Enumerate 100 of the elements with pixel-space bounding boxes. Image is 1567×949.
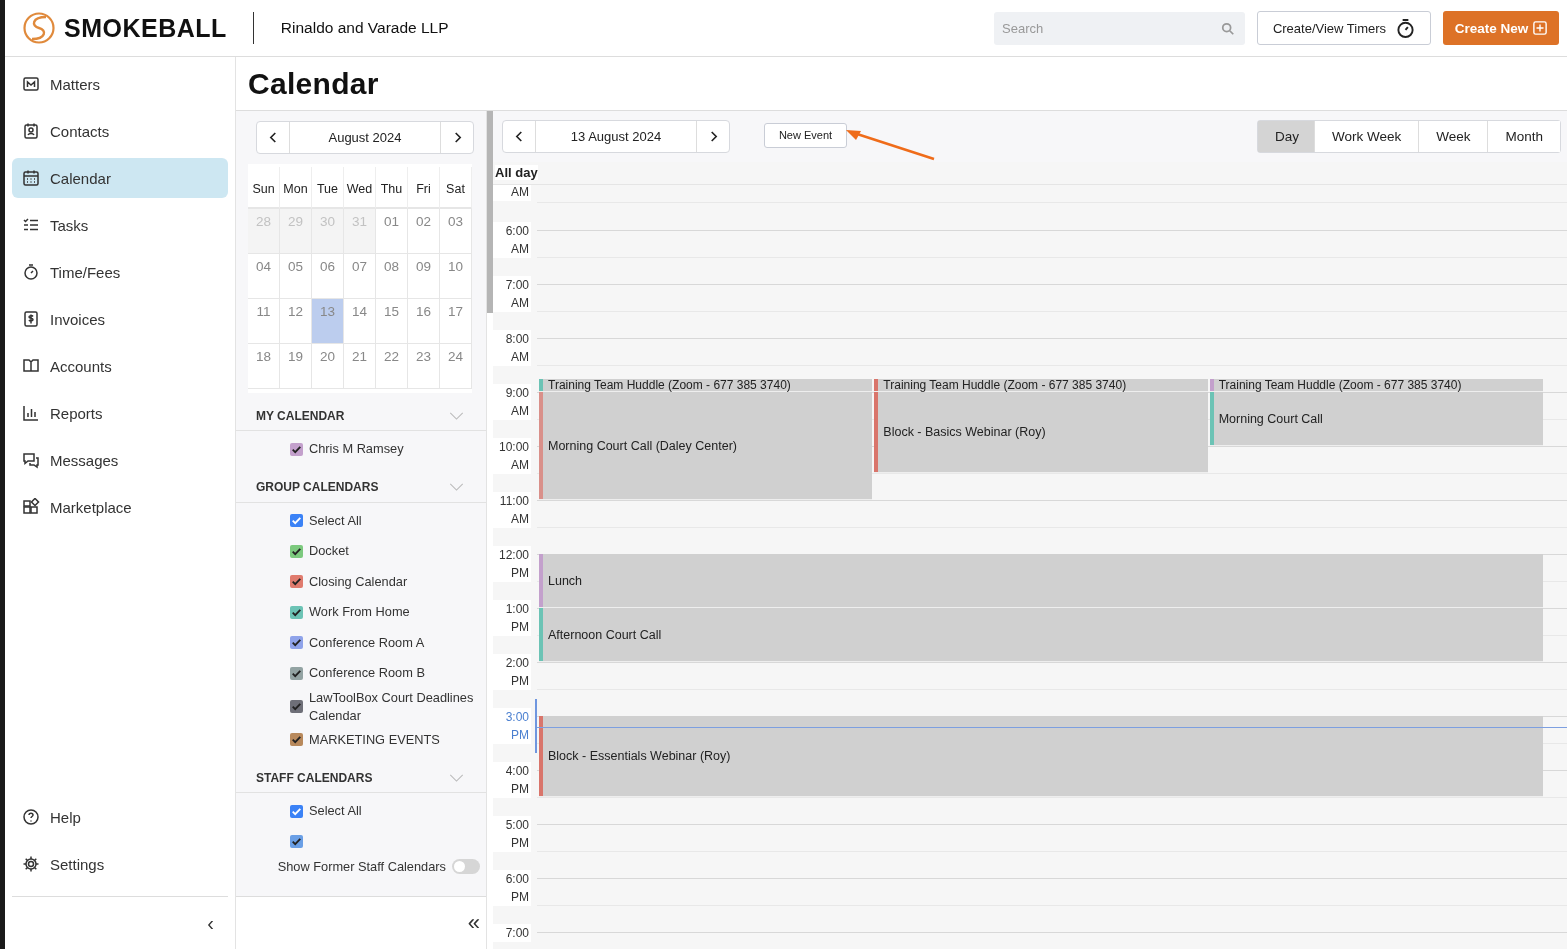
section-title: GROUP CALENDARS [256, 480, 379, 494]
calendar-event[interactable]: Block - Basics Webinar (Roy) [874, 392, 1208, 473]
time-label: 7:00 AM [493, 276, 531, 312]
event-title: Block - Essentials Webinar (Roy) [548, 749, 731, 763]
former-staff-toggle[interactable] [452, 859, 480, 874]
calendar-day[interactable]: 21 [344, 344, 376, 389]
logo-mark-icon [22, 11, 56, 45]
calendar-event[interactable]: Afternoon Court Call [539, 608, 1543, 662]
view-tab[interactable]: Day [1257, 121, 1314, 152]
calendar-name: Conference Room A [309, 633, 425, 652]
current-time-marker [535, 698, 537, 753]
calendar-event[interactable]: Morning Court Call (Daley Center) [539, 392, 873, 500]
calendar-event[interactable]: Training Team Huddle (Zoom - 677 385 3740) [874, 378, 1208, 392]
calendar-day[interactable]: 15 [376, 299, 408, 344]
sidebar-item[interactable]: Settings [12, 844, 228, 884]
time-label: 10:00 AM [493, 438, 531, 474]
calendar-day[interactable]: 19 [280, 344, 312, 389]
checkbox[interactable] [290, 666, 303, 680]
gear-icon [22, 855, 40, 873]
calendar-day[interactable]: 20 [312, 344, 344, 389]
contacts-icon [22, 122, 40, 140]
search-field[interactable]: Search [994, 11, 1245, 45]
calendar-name: Docket [309, 542, 349, 561]
time-label: 7:00 [493, 924, 531, 942]
calendar-day[interactable]: 03 [440, 209, 472, 254]
sidebar-item[interactable]: Time/Fees [12, 252, 228, 292]
month-label: August 2024 [289, 122, 441, 153]
checkbox[interactable] [290, 575, 303, 589]
calendar-name: Conference Room B [309, 664, 425, 683]
calendar-name: LawToolBox Court Deadlines Calendar [309, 688, 475, 725]
calendar-day[interactable]: 23 [408, 344, 440, 389]
calendar-event[interactable]: Lunch [539, 554, 1543, 608]
checkbox[interactable] [290, 804, 303, 818]
sidebar-item[interactable]: Invoices [12, 299, 228, 339]
chevron-left-icon [268, 131, 278, 144]
calendar-day[interactable]: 14 [344, 299, 376, 344]
checkbox[interactable] [290, 514, 303, 528]
calendar-name: Select All [309, 511, 362, 530]
sidebar-item[interactable]: Marketplace [12, 487, 228, 527]
create-view-timers-button[interactable]: Create/View Timers [1257, 11, 1431, 45]
calendar-day[interactable]: 01 [376, 209, 408, 254]
time-label: 6:00 AM [493, 222, 531, 258]
sidebar-item[interactable]: Contacts [12, 111, 228, 151]
calendar-day[interactable]: 18 [248, 344, 280, 389]
calendar-day[interactable]: 07 [344, 254, 376, 299]
calendar-day[interactable]: 09 [408, 254, 440, 299]
calendar-day[interactable]: 11 [248, 299, 280, 344]
stopwatch-icon [1396, 17, 1416, 39]
help-icon [22, 808, 40, 826]
sidebar-item[interactable]: Messages [12, 440, 228, 480]
event-title: Block - Basics Webinar (Roy) [883, 425, 1046, 439]
sidebar-item[interactable]: Tasks [12, 205, 228, 245]
calendar-name: Chris M Ramsey [309, 440, 404, 459]
time-label: 5:00 PM [493, 816, 531, 852]
sidebar-item[interactable]: Help [12, 797, 228, 837]
calendar-event[interactable]: Training Team Huddle (Zoom - 677 385 3740) [539, 378, 873, 392]
calendar-day[interactable]: 10 [440, 254, 472, 299]
event-title: Training Team Huddle (Zoom - 677 385 3740) [883, 378, 1127, 392]
sidebar-item[interactable]: Reports [12, 393, 228, 433]
accounts-icon [22, 357, 40, 375]
checkbox[interactable] [290, 442, 303, 456]
sidebar-item[interactable]: Accounts [12, 346, 228, 386]
scrollbar-thumb[interactable] [487, 111, 493, 313]
calendar-day[interactable]: 05 [280, 254, 312, 299]
collapse-sidebar-button[interactable]: ‹ [193, 911, 228, 935]
calendar-day[interactable]: 22 [376, 344, 408, 389]
toggle-label: Show Former Staff Calendars [277, 859, 446, 874]
calendar-day[interactable]: 12 [280, 299, 312, 344]
calendar-day[interactable]: 06 [312, 254, 344, 299]
checkbox[interactable] [290, 835, 303, 849]
firm-name: Rinaldo and Varade LLP [280, 19, 449, 37]
calendar-day[interactable]: 08 [376, 254, 408, 299]
sidebar-item[interactable]: Matters [12, 64, 228, 104]
checkbox[interactable] [290, 636, 303, 650]
section-title: MY CALENDAR [256, 408, 345, 423]
new-event-button[interactable]: New Event [764, 122, 847, 148]
marketplace-icon [22, 498, 40, 516]
calendar-day[interactable]: 02 [408, 209, 440, 254]
sidebar-item[interactable]: Calendar [12, 158, 228, 198]
checkbox[interactable] [290, 605, 303, 619]
checkbox[interactable] [290, 544, 303, 558]
calendar-day[interactable]: 24 [440, 344, 472, 389]
time-label: 12:00 PM [493, 546, 531, 582]
view-tab[interactable]: Month [1487, 121, 1560, 152]
calendar-event[interactable]: Morning Court Call [1209, 392, 1543, 446]
section-title: STAFF CALENDARS [256, 770, 373, 785]
calendar-day[interactable]: 16 [408, 299, 440, 344]
checkbox[interactable] [290, 700, 303, 713]
calendar-event[interactable]: Training Team Huddle (Zoom - 677 385 3740) [1209, 378, 1543, 392]
matters-icon [22, 75, 40, 93]
calendar-day[interactable]: 04 [248, 254, 280, 299]
checkbox[interactable] [290, 733, 303, 747]
calendar-day[interactable]: 17 [440, 299, 472, 344]
all-day-label: All day [495, 165, 538, 180]
chevron-right-icon [452, 131, 462, 144]
calendar-name: MARKETING EVENTS [309, 730, 440, 749]
collapse-panel-button[interactable]: « [461, 910, 486, 936]
plus-box-icon [1533, 21, 1548, 35]
calendar-event[interactable]: Block - Essentials Webinar (Roy) [539, 716, 1543, 797]
calendar-icon [22, 169, 40, 187]
